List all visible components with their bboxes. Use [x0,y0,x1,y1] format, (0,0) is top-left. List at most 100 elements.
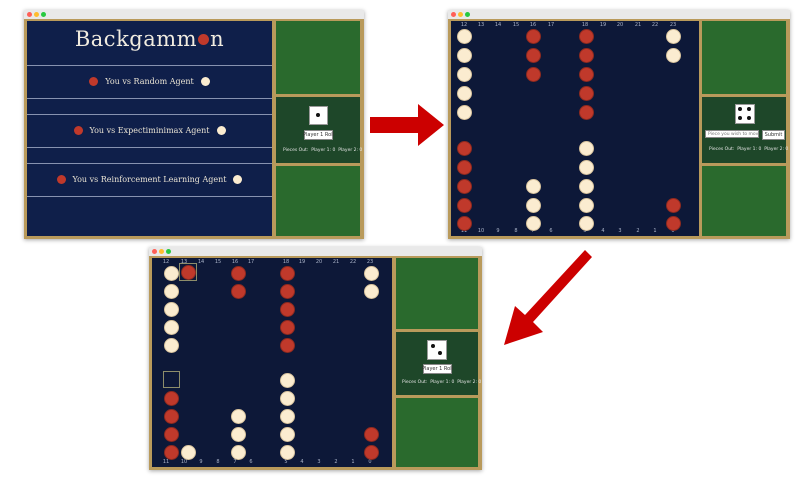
point-number: 17 [547,22,555,28]
white-checker[interactable] [280,427,295,442]
red-checker[interactable] [280,266,295,281]
target-point-highlight[interactable] [163,371,180,388]
red-checker[interactable] [579,105,594,120]
close-button[interactable] [152,249,157,254]
bottom-bear-off-area [276,166,360,236]
white-checker[interactable] [164,320,179,335]
red-checker[interactable] [364,427,379,442]
menu-option-expectiminimax[interactable]: You vs Expectiminimax Agent [27,122,272,138]
white-checker[interactable] [231,427,246,442]
point-number: 1 [653,228,657,234]
red-checker[interactable] [231,266,246,281]
red-checker[interactable] [579,86,594,101]
white-checker[interactable] [164,266,179,281]
menu-divider [27,114,272,115]
close-button[interactable] [27,12,32,17]
white-checker[interactable] [364,284,379,299]
point-number: 21 [634,22,642,28]
white-checker[interactable] [280,409,295,424]
red-checker[interactable] [457,216,472,231]
red-checker[interactable] [579,48,594,63]
menu-divider [27,147,272,148]
white-checker[interactable] [666,48,681,63]
red-checker[interactable] [526,48,541,63]
red-checker[interactable] [231,284,246,299]
game-board: 12 13 14 15 16 17 18 19 20 21 22 23 11 1… [152,258,392,467]
point-number: 10 [477,228,485,234]
white-checker[interactable] [164,284,179,299]
red-checker[interactable] [457,160,472,175]
red-checker[interactable] [666,216,681,231]
white-checker[interactable] [280,373,295,388]
die-pip [438,351,442,355]
menu-divider [27,65,272,66]
menu-divider [27,163,272,164]
move-piece-input[interactable]: Piece you wish to move... [705,130,759,138]
white-checker[interactable] [579,141,594,156]
die [309,106,328,125]
white-checker[interactable] [457,29,472,44]
red-checker[interactable] [457,141,472,156]
board-frame: Backgamm n You vs Random Agent You vs Exp… [24,19,364,239]
white-checker[interactable] [457,86,472,101]
red-checker-icon [56,174,66,184]
zoom-button[interactable] [465,12,470,17]
white-checker-icon [200,76,210,86]
point-number: 16 [529,22,537,28]
red-checker[interactable] [164,391,179,406]
roll-button[interactable]: Player 1 Roll [422,364,453,374]
close-button[interactable] [451,12,456,17]
white-checker[interactable] [164,338,179,353]
red-checker[interactable] [164,427,179,442]
roll-button[interactable]: Player 1 Roll [303,130,334,140]
zoom-button[interactable] [41,12,46,17]
red-checker[interactable] [666,198,681,213]
red-checker[interactable] [164,409,179,424]
white-checker[interactable] [181,445,196,460]
submit-button[interactable]: Submit [762,130,785,140]
white-checker[interactable] [457,105,472,120]
red-checker[interactable] [457,198,472,213]
menu-option-reinforcement-learning[interactable]: You vs Reinforcement Learning Agent [27,171,272,187]
red-checker[interactable] [526,29,541,44]
game-window-2: 12 13 14 15 16 17 18 19 20 21 22 23 11 1… [448,10,790,239]
red-checker[interactable] [526,67,541,82]
white-checker[interactable] [666,29,681,44]
point-number: 4 [601,228,605,234]
white-checker[interactable] [579,198,594,213]
white-checker[interactable] [579,179,594,194]
minimize-button[interactable] [34,12,39,17]
white-checker[interactable] [526,216,541,231]
red-checker[interactable] [164,445,179,460]
white-checker[interactable] [457,48,472,63]
pieces-out-status: Pieces Out: Player 1: 0 Player 2: 0 [709,147,789,152]
point-number: 19 [298,259,306,265]
zoom-button[interactable] [166,249,171,254]
white-checker[interactable] [526,179,541,194]
menu-option-random[interactable]: You vs Random Agent [27,73,272,89]
red-checker[interactable] [280,302,295,317]
red-checker[interactable] [280,338,295,353]
red-checker[interactable] [457,179,472,194]
red-checker[interactable] [579,29,594,44]
white-checker[interactable] [526,198,541,213]
white-checker[interactable] [579,216,594,231]
minimize-button[interactable] [458,12,463,17]
point-number: 14 [494,22,502,28]
white-checker[interactable] [164,302,179,317]
red-checker[interactable] [181,265,196,280]
red-checker[interactable] [579,67,594,82]
red-checker[interactable] [280,320,295,335]
white-checker[interactable] [579,160,594,175]
die-pip [747,116,751,120]
white-checker[interactable] [231,409,246,424]
point-number: 9 [199,459,203,465]
white-checker[interactable] [231,445,246,460]
minimize-button[interactable] [159,249,164,254]
white-checker[interactable] [280,445,295,460]
white-checker[interactable] [280,391,295,406]
red-checker[interactable] [364,445,379,460]
white-checker[interactable] [457,67,472,82]
white-checker[interactable] [364,266,379,281]
red-checker[interactable] [280,284,295,299]
